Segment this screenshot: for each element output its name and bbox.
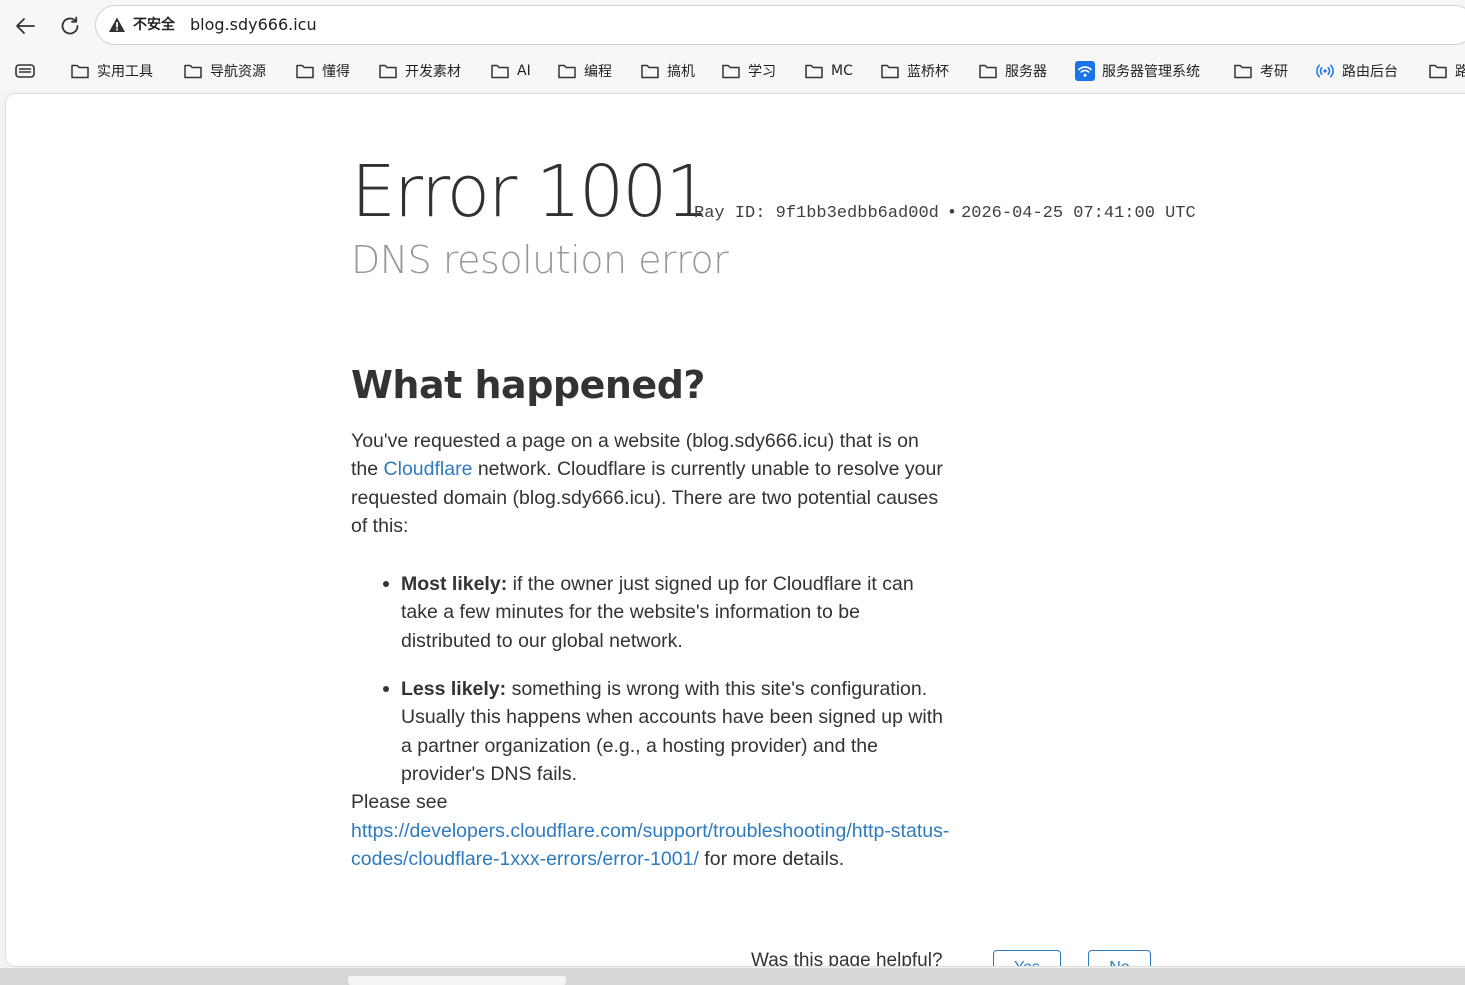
folder-icon	[71, 64, 89, 79]
docs-link[interactable]: https://developers.cloudflare.com/suppor…	[351, 820, 949, 870]
ray-info: Ray ID: 9f1bb3edbb6ad00d • 2026-04-25 07:4…	[694, 203, 1196, 225]
see-suffix: for more details.	[698, 847, 845, 870]
cause-label: Less likely:	[401, 678, 507, 701]
bookmark-label: 考研	[1260, 64, 1288, 80]
address-bar[interactable]: 不安全 blog.sdy666.icu	[95, 5, 1465, 45]
ray-id-label: Ray ID:	[694, 204, 766, 223]
arrow-left-icon	[16, 18, 35, 34]
bookmark-item[interactable]: 考研	[1233, 60, 1288, 82]
more-details: Please see https://developers.cloudflare…	[351, 788, 951, 873]
folder-icon	[722, 64, 740, 79]
bookmark-label: MC	[831, 63, 853, 79]
folder-icon	[881, 64, 899, 79]
folder-icon	[184, 64, 202, 79]
error-title: Error 1001	[351, 150, 711, 233]
timestamp: 2026-04-25 07:41:00 UTC	[961, 204, 1196, 223]
cloudflare-link[interactable]: Cloudflare	[384, 458, 473, 480]
feedback-yes-button[interactable]: Yes	[993, 950, 1061, 966]
bookmark-item[interactable]: 搞机	[640, 60, 695, 82]
bookmark-label: 路由后台	[1342, 64, 1398, 80]
ray-id-value: 9f1bb3edbb6ad00d	[775, 204, 939, 223]
bookmark-item[interactable]: 服务器管理系统	[1075, 60, 1200, 82]
bookmark-label: 学习	[748, 64, 776, 80]
feedback-question: Was this page helpful?	[751, 950, 943, 967]
bookmark-item[interactable]: 路由后台	[1315, 60, 1398, 82]
folder-icon	[491, 64, 509, 79]
warning-triangle-icon[interactable]	[108, 16, 126, 34]
folder-icon	[379, 64, 397, 79]
list-item: Less likely: something is wrong with thi…	[383, 675, 951, 788]
bookmark-label: 导航资源	[210, 64, 266, 80]
bookmark-label: 开发素材	[405, 64, 461, 80]
see-prefix: Please see	[351, 791, 448, 814]
page-viewport: Error 1001 Ray ID: 9f1bb3edbb6ad00d • 2026…	[5, 93, 1465, 967]
explanation: You've requested a page on a website (bl…	[351, 427, 951, 873]
browser-toolbar: 不安全 blog.sdy666.icu	[0, 0, 1465, 52]
bookmark-item[interactable]: 懂得	[295, 60, 350, 82]
bookmark-label: 懂得	[322, 64, 350, 80]
bookmark-label: 实用工具	[97, 64, 153, 80]
bookmark-item[interactable]: 服务器	[978, 60, 1047, 82]
folder-icon	[1429, 64, 1447, 79]
status-bar	[0, 968, 1465, 985]
folder-icon	[805, 64, 823, 79]
bookmark-item[interactable]: 学习	[721, 60, 776, 82]
horizontal-scrollbar[interactable]	[348, 976, 566, 985]
bookmark-item[interactable]: AI	[490, 60, 531, 82]
bookmark-label: 服务器管理系统	[1102, 64, 1200, 80]
bookmarks-bar: 实用工具 导航资源 懂得 开发素材 AI 编程 搞机 学习 MC 蓝桥杯 服务器 服务器管理系统 考研 路…	[0, 52, 1465, 90]
bookmark-item[interactable]: 开发素材	[378, 60, 461, 82]
not-secure-label[interactable]: 不安全	[133, 16, 175, 34]
cause-label: Most likely:	[401, 573, 508, 596]
error-subtitle: DNS resolution error	[351, 238, 729, 282]
url-text[interactable]: blog.sdy666.icu	[190, 15, 317, 35]
back-button[interactable]	[7, 8, 43, 44]
wifi-icon	[1075, 61, 1095, 81]
section-heading: What happened?	[351, 363, 705, 407]
bookmark-label: 服务器	[1005, 64, 1047, 80]
list-item: Most likely: if the owner just signed up…	[383, 570, 951, 655]
folder-icon	[641, 64, 659, 79]
bookmark-item[interactable]: 编程	[557, 60, 612, 82]
reload-button[interactable]	[52, 8, 88, 44]
bookmark-label: 蓝桥杯	[907, 64, 949, 80]
bookmark-label: 路	[1455, 64, 1465, 80]
intro-paragraph: You've requested a page on a website (bl…	[351, 427, 951, 540]
bookmark-item[interactable]: 路	[1428, 60, 1465, 82]
folder-icon	[979, 64, 997, 79]
causes-list: Most likely: if the owner just signed up…	[383, 570, 951, 788]
folder-icon	[296, 64, 314, 79]
bookmark-label: 搞机	[667, 64, 695, 80]
bookmark-item[interactable]: 导航资源	[183, 60, 266, 82]
reload-icon	[61, 16, 79, 35]
feedback-no-button[interactable]: No	[1088, 950, 1151, 966]
folder-icon	[558, 64, 576, 79]
bookmark-item[interactable]: MC	[804, 60, 853, 82]
signal-icon	[1316, 64, 1334, 78]
bookmark-item[interactable]: 蓝桥杯	[880, 60, 949, 82]
bookmark-item[interactable]: 实用工具	[70, 60, 153, 82]
reading-list-icon	[15, 64, 35, 78]
separator-dot: •	[946, 204, 958, 223]
folder-icon	[1234, 64, 1252, 79]
reading-list-button[interactable]	[14, 60, 36, 82]
bookmark-label: 编程	[584, 64, 612, 80]
bookmark-label: AI	[517, 63, 531, 79]
